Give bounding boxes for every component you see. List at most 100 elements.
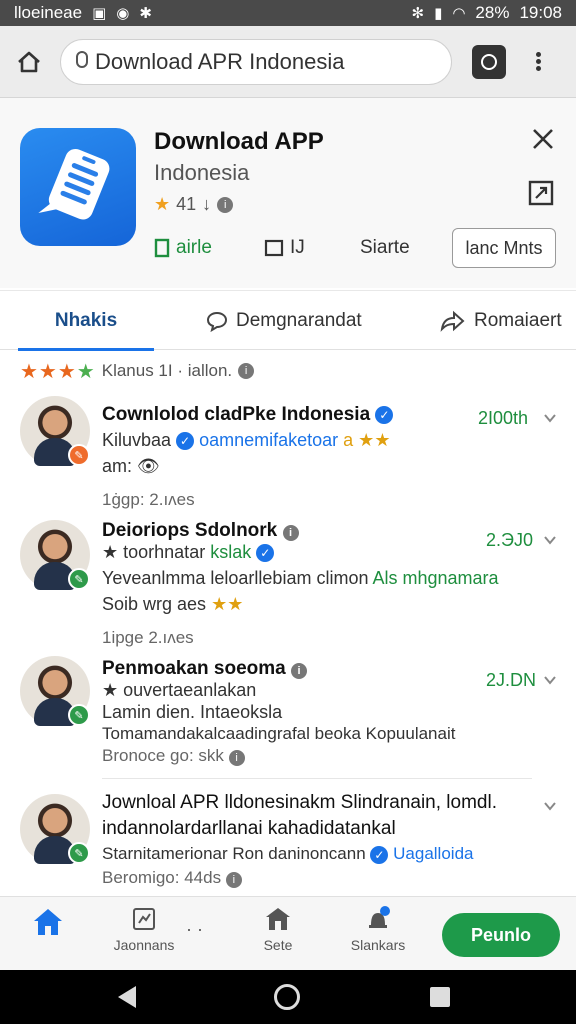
review-title: Jownloal APR lldonesinakm Slindranain, l…	[102, 792, 497, 813]
app-rating: ★ 41 ↓ i	[154, 194, 234, 215]
close-icon	[533, 129, 553, 149]
install-button[interactable]: lanc Mnts	[452, 228, 556, 268]
page-info-icon[interactable]	[75, 49, 89, 75]
tab-share[interactable]: Romaiaert	[440, 291, 562, 351]
reviewer-badge-icon: ✎	[68, 444, 90, 466]
close-button[interactable]	[528, 124, 558, 154]
chevron-down-icon[interactable]	[542, 798, 558, 814]
more-dots-icon[interactable]: · ·	[186, 919, 203, 940]
tab-switcher-button[interactable]	[472, 44, 506, 79]
rating-stars-icon: ★★★★	[20, 360, 96, 383]
review-date: 1ipge 2.ıʌes	[102, 628, 194, 647]
info-icon[interactable]: i	[225, 872, 242, 888]
review-date: 1ġgp: 2.ıʌes	[102, 490, 195, 509]
browser-menu-button[interactable]	[528, 45, 548, 79]
review-line: ★ toorhnatar kslak ✓	[102, 542, 275, 563]
square-icon	[264, 239, 284, 257]
status-bar: lloeineae ▣ ◉ ✱ ✻ ▮ ◠ 28% 19:08	[0, 0, 576, 26]
browser-home-icon[interactable]	[12, 45, 46, 79]
open-external-button[interactable]	[526, 178, 556, 208]
review-score: 2.ЭJ0	[486, 530, 533, 550]
info-icon[interactable]: i	[238, 363, 255, 379]
review-tag[interactable]: kslak	[210, 542, 251, 562]
review-author-name: Penmoakan soeoma	[102, 658, 286, 679]
review-title-continued: indannolardarllanai kahadidatankal	[102, 818, 396, 839]
nav-item-1[interactable]: Jaonnans	[106, 905, 182, 953]
nav-item-2-label: Sete	[263, 937, 293, 953]
nav-item-3[interactable]: Slankars	[340, 905, 416, 953]
review-item[interactable]: ✎ Penmoakan soeoma i 2J.DN ★ ouvertaeanl…	[0, 652, 576, 778]
tab-bar: Nhakis Demgnarandat Romaiaert	[0, 290, 576, 351]
avatar: ✎	[20, 396, 90, 466]
review-tag[interactable]: Als mhgnamara	[373, 568, 499, 588]
review-item[interactable]: ✎ Jownloal APR lldonesinakm Slindranain,…	[0, 790, 576, 894]
clock: 19:08	[519, 3, 562, 22]
tab-reviews[interactable]: Nhakis	[18, 291, 154, 351]
nav-item-1-label: Jaonnans	[113, 937, 175, 953]
tab-comments[interactable]: Demgnarandat	[206, 291, 362, 351]
share-action[interactable]: Siarte	[360, 237, 452, 259]
verified-icon: ✓	[176, 432, 195, 451]
info-icon[interactable]: i	[291, 663, 308, 679]
review-author: Deioriops Sdolnork i	[102, 520, 299, 542]
verified-icon: ✓	[370, 845, 389, 864]
review-tag[interactable]: oamnemifaketoar	[199, 430, 338, 450]
app-header: Download APP Indonesia ★ 41 ↓ i airle IJ…	[0, 98, 576, 288]
open-external-icon	[528, 180, 554, 206]
save-action[interactable]: airle	[154, 237, 264, 259]
nav-item-2[interactable]: Sete	[252, 905, 304, 953]
home-circle-icon[interactable]	[274, 984, 300, 1010]
window-action[interactable]: IJ	[264, 237, 360, 259]
review-item[interactable]: ✎ Cownlolod cladPke Indonesia ✓ 2I00th K…	[0, 394, 576, 518]
tab-reviews-label: Nhakis	[54, 310, 118, 331]
info-icon[interactable]: i	[282, 525, 299, 541]
info-icon[interactable]: i	[217, 196, 234, 213]
save-action-label: airle	[176, 237, 212, 258]
review-line-prefix: Yeveanlmma leloarllebiam	[102, 568, 312, 588]
recent-apps-icon[interactable]	[430, 987, 450, 1007]
primary-action-button[interactable]: Peunlo	[442, 913, 560, 957]
bluetooth-icon: ✻	[411, 5, 425, 22]
reviewer-badge-icon: ✎	[68, 842, 90, 864]
tab-share-label: Romaiaert	[474, 310, 562, 331]
browser-toolbar: Download APR Indonesia	[0, 26, 576, 98]
chevron-down-icon[interactable]	[542, 410, 558, 426]
review-line-prefix: Kiluvbaa	[102, 430, 172, 450]
address-bar[interactable]: Download APR Indonesia	[60, 38, 452, 85]
review-author: Penmoakan soeoma i	[102, 658, 308, 680]
bottom-navigation: Jaonnans · · Sete Slankars Peunlo	[0, 896, 576, 970]
avatar: ✎	[20, 656, 90, 726]
review-line: Tomamandakalcaadingrafal beoka Kopuulana…	[102, 724, 456, 743]
app-action-row: airle IJ Siarte lanc Mnts	[154, 228, 564, 268]
review-line: Kiluvbaa ✓ oamnemifaketoar a ★★	[102, 430, 390, 451]
review-line: ★ ouvertaeanlakan	[102, 680, 257, 700]
star-icon: ★	[154, 194, 171, 214]
review-line-prefix: ★ toorhnatar	[102, 542, 206, 562]
review-line: Soib wrg aes ★★	[102, 594, 243, 615]
back-icon[interactable]	[118, 986, 136, 1008]
rating-summary: ★★★★ Klanus 1I · iallon. i	[20, 358, 255, 384]
chevron-down-icon[interactable]	[542, 532, 558, 548]
chart-icon	[133, 908, 155, 930]
bookmark-icon	[154, 238, 170, 258]
verified-icon: ✓	[375, 405, 394, 424]
review-author-name: Cownlolod cladPke Indonesia	[102, 404, 371, 425]
system-navigation-bar	[0, 970, 576, 1024]
divider	[102, 778, 532, 779]
review-date-text: Beromigo: 44ds	[102, 868, 222, 887]
signal-icon: ▮	[434, 5, 443, 22]
review-item[interactable]: ✎ Deioriops Sdolnork i 2.ЭJ0 ★ toorhnata…	[0, 516, 576, 648]
window-action-label: IJ	[290, 237, 305, 258]
gallery-icon: ▣	[92, 5, 107, 22]
carrier-label: lloeineae	[14, 3, 83, 22]
app-logo-icon	[20, 128, 136, 246]
review-author: Cownlolod cladPke Indonesia ✓	[102, 404, 394, 426]
info-icon[interactable]: i	[228, 750, 245, 766]
chevron-down-icon[interactable]	[542, 672, 558, 688]
review-date: Beromigo: 44ds i	[102, 868, 242, 888]
avatar: ✎	[20, 520, 90, 590]
nav-home[interactable]	[28, 905, 68, 939]
review-tag[interactable]: Uagalloida	[393, 844, 473, 863]
app-title: Download APP	[154, 128, 324, 155]
app-subtitle: Indonesia	[154, 160, 250, 185]
